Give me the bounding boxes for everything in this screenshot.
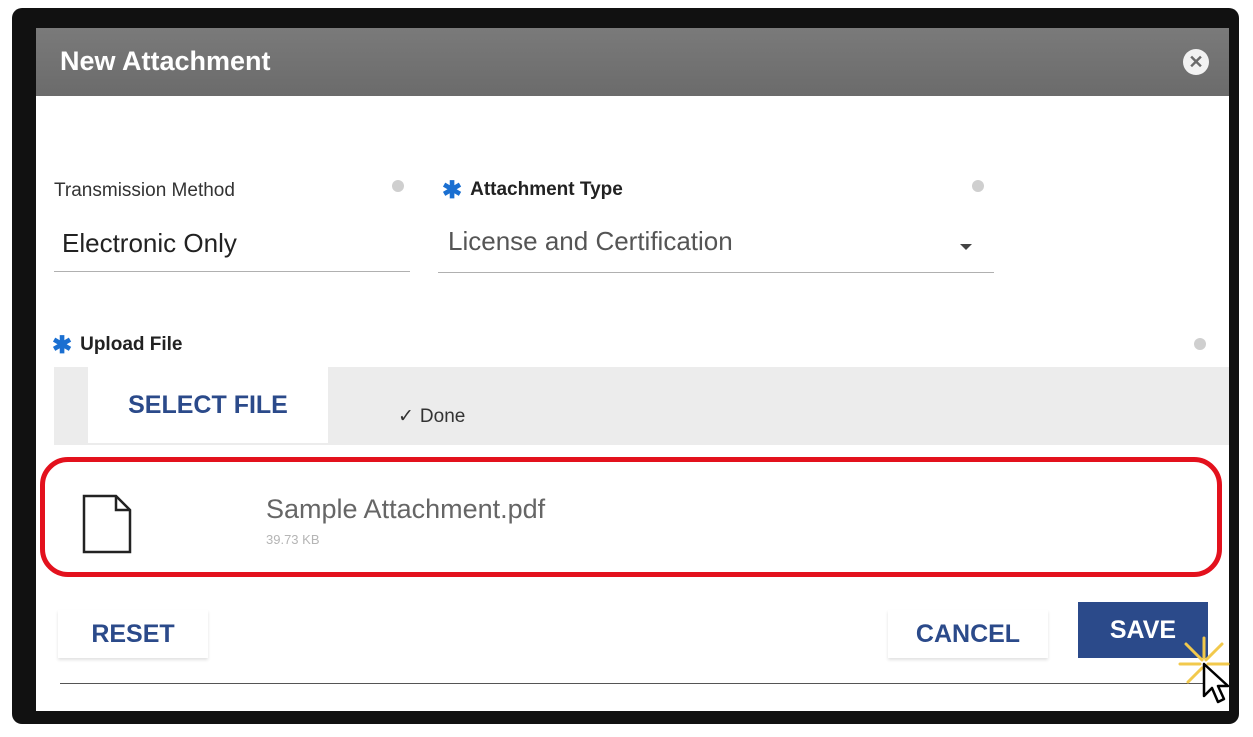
highlight-annotation xyxy=(40,457,1222,577)
transmission-method-label: Transmission Method xyxy=(54,180,235,201)
info-icon[interactable] xyxy=(392,180,404,192)
attachment-type-label: Attachment Type xyxy=(470,179,623,200)
upload-file-label-group: ✱ Upload File xyxy=(52,331,183,360)
attachment-type-select[interactable]: License and Certification xyxy=(448,226,733,257)
close-icon[interactable]: ✕ xyxy=(1183,49,1209,75)
attachment-type-underline xyxy=(438,272,994,273)
upload-file-label: Upload File xyxy=(80,334,183,355)
info-icon[interactable] xyxy=(1194,338,1206,350)
dialog-title: New Attachment xyxy=(60,46,271,76)
mouse-cursor-icon xyxy=(1178,636,1230,704)
dropdown-arrow-icon[interactable] xyxy=(960,244,972,250)
dialog-titlebar: New Attachment ✕ xyxy=(36,28,1229,96)
select-file-button[interactable]: SELECT FILE xyxy=(88,367,328,443)
cancel-button[interactable]: CANCEL xyxy=(888,610,1048,658)
upload-status-text: Done xyxy=(419,406,466,427)
new-attachment-dialog: New Attachment ✕ Transmission Method Ele… xyxy=(36,28,1230,711)
checkmark-icon: ✓ xyxy=(398,406,414,427)
upload-toolbar: SELECT FILE ✓ Done xyxy=(54,367,1229,445)
required-asterisk-icon: ✱ xyxy=(52,332,73,359)
attachment-type-label-group: ✱ Attachment Type xyxy=(442,176,623,205)
upload-status: ✓ Done xyxy=(398,405,465,428)
dialog-bottom-divider xyxy=(60,683,1218,684)
info-icon[interactable] xyxy=(972,180,984,192)
transmission-method-underline xyxy=(54,271,410,272)
file-size: 39.73 KB xyxy=(266,532,320,547)
file-name: Sample Attachment.pdf xyxy=(266,494,546,524)
reset-button[interactable]: RESET xyxy=(58,610,208,658)
required-asterisk-icon: ✱ xyxy=(442,177,463,204)
document-icon xyxy=(82,494,132,554)
transmission-method-value: Electronic Only xyxy=(62,228,237,258)
